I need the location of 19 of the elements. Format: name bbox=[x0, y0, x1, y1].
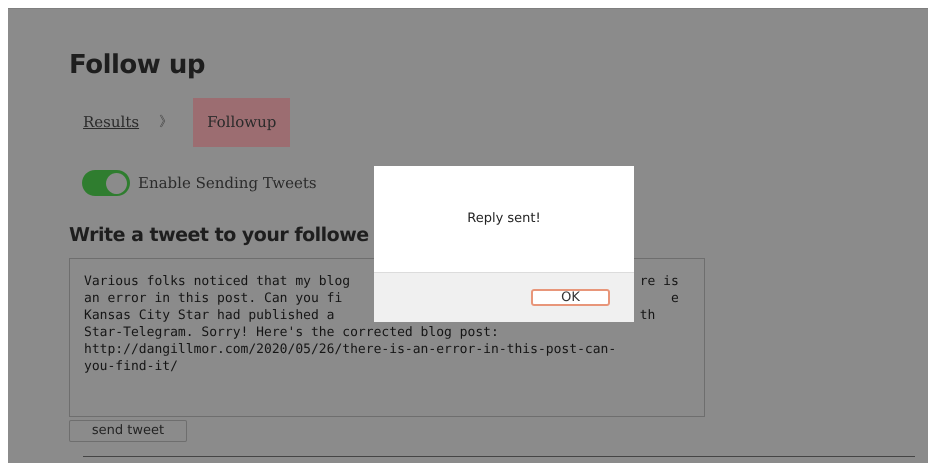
text-fragment: re is bbox=[640, 273, 679, 290]
text-line: Star-Telegram. Sorry! Here's the corrected blog post: bbox=[84, 325, 499, 340]
toggle-label: Enable Sending Tweets bbox=[138, 172, 317, 194]
text-line: Various folks noticed that my blog bbox=[84, 274, 350, 289]
page-title: Follow up bbox=[69, 49, 205, 81]
text-line: you-find-it/ bbox=[84, 359, 178, 374]
send-tweet-button[interactable]: send tweet bbox=[69, 420, 187, 442]
ok-button[interactable]: OK bbox=[531, 289, 610, 306]
text-line: Kansas City Star had published a bbox=[84, 308, 334, 323]
text-fragment: e bbox=[670, 290, 679, 307]
text-line: http://dangillmor.com/2020/05/26/there-is-an-error-in-this-post-can- bbox=[84, 342, 616, 357]
breadcrumb-link[interactable]: Followup bbox=[193, 98, 290, 147]
toggle-switch[interactable] bbox=[82, 170, 130, 196]
dialog-message: Reply sent! bbox=[467, 210, 541, 228]
text-fragment: th bbox=[640, 307, 656, 324]
text-line: an error in this post. Can you fi bbox=[84, 291, 342, 306]
section-heading: Write a tweet to your followe bbox=[69, 223, 369, 248]
breadcrumb-link[interactable]: Results bbox=[69, 98, 140, 147]
breadcrumb-separator: 》 bbox=[159, 113, 174, 132]
